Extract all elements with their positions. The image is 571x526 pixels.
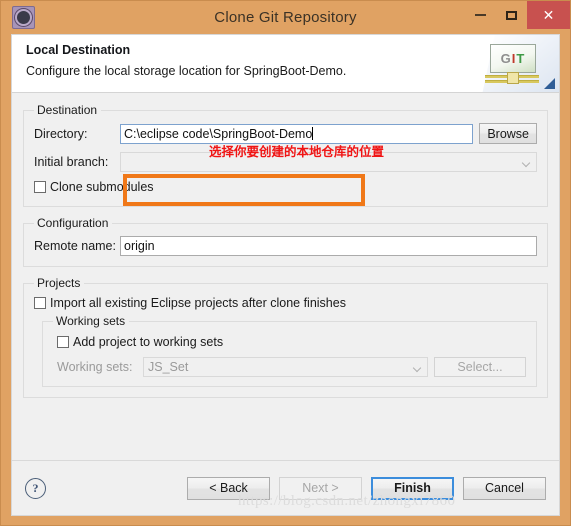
import-projects-label: Import all existing Eclipse projects aft… — [50, 296, 346, 310]
add-working-sets-label: Add project to working sets — [73, 335, 224, 349]
git-logo-t: T — [516, 51, 526, 66]
working-sets-legend: Working sets — [56, 314, 126, 328]
git-logo-icon: GIT — [490, 44, 536, 73]
projects-legend: Projects — [37, 276, 81, 290]
chevron-down-icon — [523, 160, 530, 167]
page-title: Local Destination — [26, 43, 131, 57]
working-sets-group: Working sets Add project to working sets… — [42, 314, 537, 387]
button-bar: ? < Back Next > Finish Cancel — [12, 461, 559, 515]
directory-label: Directory: — [34, 126, 88, 141]
corner-triangle-icon — [544, 78, 555, 89]
configuration-legend: Configuration — [37, 216, 109, 230]
clone-submodules-row[interactable]: Clone submodules — [34, 180, 537, 194]
wizard-content: Destination Directory: C:\eclipse code\S… — [12, 93, 559, 398]
browse-button[interactable]: Browse — [479, 123, 537, 144]
title-bar[interactable]: Clone Git Repository ✕ — [11, 1, 570, 34]
maximize-icon — [506, 10, 517, 20]
select-working-sets-button[interactable]: Select... — [434, 357, 526, 377]
destination-legend: Destination — [37, 103, 98, 117]
help-icon[interactable]: ? — [25, 477, 46, 499]
git-logo-g: G — [500, 51, 512, 66]
minimize-icon — [475, 14, 486, 16]
working-sets-label: Working sets: — [57, 360, 133, 374]
wizard-banner: Local Destination Configure the local st… — [12, 35, 559, 93]
remote-name-label: Remote name: — [34, 239, 116, 253]
text-caret — [312, 126, 314, 140]
initial-branch-label: Initial branch: — [34, 155, 109, 169]
clone-submodules-checkbox[interactable] — [34, 181, 46, 193]
projects-group: Projects Import all existing Eclipse pro… — [23, 276, 548, 398]
working-sets-value: JS_Set — [148, 360, 189, 374]
window-controls: ✕ — [465, 1, 570, 29]
add-working-sets-row[interactable]: Add project to working sets — [57, 335, 526, 349]
import-projects-checkbox[interactable] — [34, 297, 46, 309]
configuration-group: Configuration Remote name: origin — [23, 216, 548, 267]
cancel-button[interactable]: Cancel — [463, 476, 546, 500]
annotation-text: 选择你要创建的本地仓库的位置 — [209, 144, 385, 159]
clone-submodules-label: Clone submodules — [50, 180, 154, 194]
minimize-button[interactable] — [465, 1, 496, 29]
dialog-window: Clone Git Repository ✕ Local Destination… — [0, 0, 571, 526]
chevron-down-icon — [414, 365, 421, 372]
page-subtitle: Configure the local storage location for… — [26, 64, 347, 78]
import-projects-row[interactable]: Import all existing Eclipse projects aft… — [34, 296, 537, 310]
directory-input-value: C:\eclipse code\SpringBoot-Demo — [124, 126, 313, 141]
wizard-buttons: < Back Next > Finish Cancel — [187, 476, 546, 500]
close-button[interactable]: ✕ — [527, 1, 570, 29]
remote-name-row: Remote name: origin — [34, 236, 537, 256]
working-sets-row: Working sets: JS_Set Select... — [57, 357, 526, 377]
working-sets-combo[interactable]: JS_Set — [143, 357, 428, 377]
back-button[interactable]: < Back — [187, 476, 270, 500]
git-banner-graphic: GIT — [481, 35, 559, 92]
remote-name-input[interactable]: origin — [120, 236, 537, 256]
add-working-sets-checkbox[interactable] — [57, 336, 69, 348]
next-button: Next > — [279, 476, 362, 500]
dialog-body: Local Destination Configure the local st… — [11, 34, 560, 516]
maximize-button[interactable] — [496, 1, 527, 29]
finish-button[interactable]: Finish — [371, 476, 454, 500]
